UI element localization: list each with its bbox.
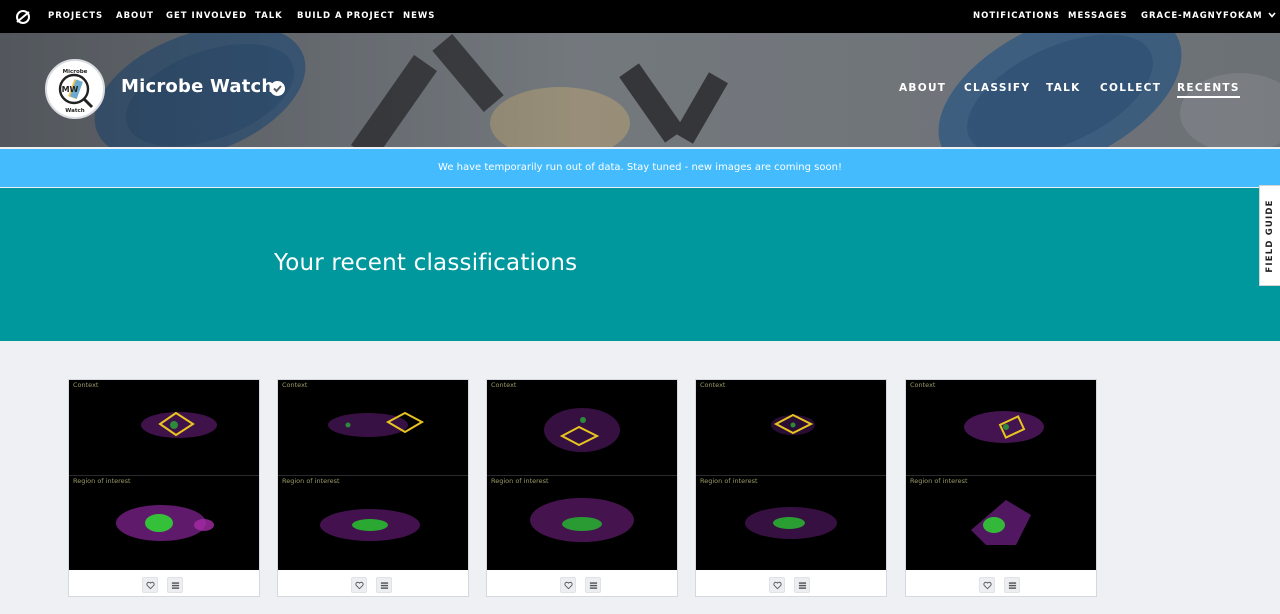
subject-thumbnail[interactable]: Context Region of interest — [278, 380, 468, 570]
roi-label: Region of interest — [700, 477, 758, 485]
heart-icon — [983, 581, 992, 590]
recent-classification-card[interactable]: Context Region of interest — [68, 379, 260, 597]
microbe-watch-logo: Microbe MW Watch — [48, 62, 102, 116]
nav-projects[interactable]: PROJECTS — [48, 0, 103, 33]
collect-button[interactable] — [585, 577, 601, 593]
collect-button[interactable] — [794, 577, 810, 593]
roi-label: Region of interest — [282, 477, 340, 485]
zooniverse-logo-icon[interactable] — [15, 9, 31, 25]
nav-news[interactable]: NEWS — [403, 0, 435, 33]
list-icon — [798, 582, 807, 589]
thumbnail-divider — [278, 475, 468, 476]
subject-thumbnail[interactable]: Context Region of interest — [487, 380, 677, 570]
context-label: Context — [282, 381, 308, 389]
heart-icon — [564, 581, 573, 590]
project-nav-classify[interactable]: CLASSIFY — [964, 82, 1030, 98]
avatar-top-text: Microbe — [63, 69, 88, 75]
roi-label: Region of interest — [491, 477, 549, 485]
context-label: Context — [700, 381, 726, 389]
project-nav-about[interactable]: ABOUT — [899, 82, 946, 98]
user-menu[interactable]: GRACE-MAGNYFOKAM — [1141, 0, 1276, 33]
avatar-bottom-text: Watch — [65, 108, 84, 114]
list-icon — [1008, 582, 1017, 589]
recent-classification-card[interactable]: Context Region of interest — [277, 379, 469, 597]
user-name: GRACE-MAGNYFOKAM — [1141, 11, 1263, 21]
subject-thumbnail[interactable]: Context Region of interest — [69, 380, 259, 570]
heart-icon — [773, 581, 782, 590]
list-icon — [171, 582, 180, 589]
collect-button[interactable] — [1004, 577, 1020, 593]
heart-icon — [355, 581, 364, 590]
project-avatar[interactable]: Microbe MW Watch — [45, 59, 105, 119]
nav-talk[interactable]: TALK — [255, 0, 283, 33]
list-icon — [589, 582, 598, 589]
thumbnail-divider — [487, 475, 677, 476]
context-label: Context — [491, 381, 517, 389]
nav-messages[interactable]: MESSAGES — [1068, 0, 1128, 33]
field-guide-tab[interactable]: FIELD GUIDE — [1259, 185, 1280, 286]
thumbnail-divider — [906, 475, 1096, 476]
site-top-nav: PROJECTS ABOUT GET INVOLVED TALK BUILD A… — [0, 0, 1280, 33]
collect-button[interactable] — [376, 577, 392, 593]
favorite-button[interactable] — [560, 577, 576, 593]
recent-classification-card[interactable]: Context Region of interest — [695, 379, 887, 597]
chevron-down-icon — [1268, 12, 1276, 18]
project-nav-collect[interactable]: COLLECT — [1100, 82, 1161, 98]
list-icon — [380, 582, 389, 589]
recent-classification-card[interactable]: Context Region of interest — [486, 379, 678, 597]
heart-icon — [146, 581, 155, 590]
collect-button[interactable] — [167, 577, 183, 593]
thumbnail-divider — [69, 475, 259, 476]
avatar-center-text: MW — [62, 85, 79, 94]
nav-get-involved[interactable]: GET INVOLVED — [166, 0, 247, 33]
recent-classification-card[interactable]: Context Region of interest — [905, 379, 1097, 597]
page-title: Your recent classifications — [274, 250, 578, 276]
favorite-button[interactable] — [979, 577, 995, 593]
thumbnail-divider — [696, 475, 886, 476]
subject-thumbnail[interactable]: Context Region of interest — [906, 380, 1096, 570]
favorite-button[interactable] — [142, 577, 158, 593]
announcement-banner: We have temporarily run out of data. Sta… — [0, 149, 1280, 187]
recents-header: Your recent classifications — [0, 188, 1280, 341]
nav-build-a-project[interactable]: BUILD A PROJECT — [297, 0, 395, 33]
favorite-button[interactable] — [769, 577, 785, 593]
favorite-button[interactable] — [351, 577, 367, 593]
context-label: Context — [910, 381, 936, 389]
nav-notifications[interactable]: NOTIFICATIONS — [973, 0, 1060, 33]
project-title[interactable]: Microbe Watch — [121, 76, 274, 97]
project-nav-recents[interactable]: RECENTS — [1177, 82, 1240, 98]
roi-label: Region of interest — [73, 477, 131, 485]
subject-thumbnail[interactable]: Context Region of interest — [696, 380, 886, 570]
context-label: Context — [73, 381, 99, 389]
project-nav-talk[interactable]: TALK — [1046, 82, 1081, 98]
verified-check-icon — [270, 81, 285, 96]
field-guide-label: FIELD GUIDE — [1265, 198, 1275, 273]
roi-label: Region of interest — [910, 477, 968, 485]
nav-about[interactable]: ABOUT — [116, 0, 154, 33]
